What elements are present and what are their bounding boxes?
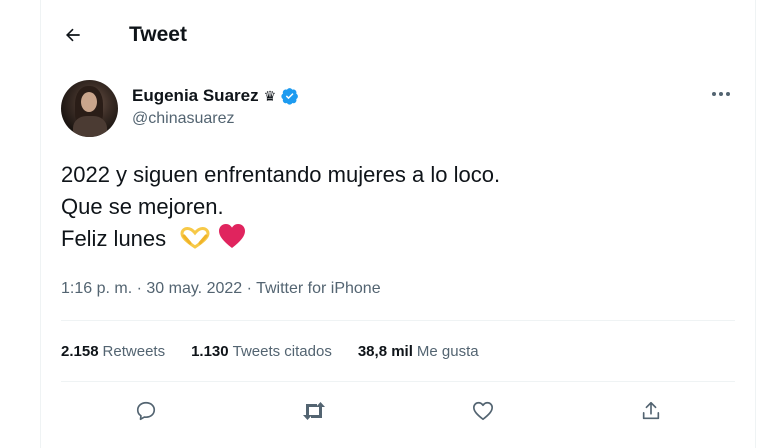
- tweet-date[interactable]: 30 may. 2022: [146, 280, 242, 297]
- share-button[interactable]: [634, 394, 668, 428]
- tweet-source[interactable]: Twitter for iPhone: [256, 280, 381, 297]
- quotes-count: 1.130: [191, 343, 229, 360]
- more-icon: [712, 92, 730, 96]
- meta-separator: ·: [136, 280, 142, 297]
- meta-separator: ·: [246, 280, 252, 297]
- divider: [61, 381, 735, 382]
- retweets-label: Retweets: [102, 343, 166, 360]
- back-button[interactable]: [55, 20, 91, 50]
- tweet-actions: [41, 394, 755, 428]
- like-icon: [473, 401, 493, 421]
- divider: [61, 320, 735, 321]
- tweet-line: 2022 y siguen enfrentando mujeres a lo l…: [61, 162, 501, 187]
- verified-badge-icon: [281, 87, 299, 105]
- retweet-button[interactable]: [297, 394, 331, 428]
- retweets-stat[interactable]: 2.158 Retweets: [61, 343, 165, 360]
- reply-icon: [136, 401, 156, 421]
- like-button[interactable]: [466, 394, 500, 428]
- tweet-card: Tweet Eugenia Suarez ♛ @chinasuarez 2022…: [40, 0, 756, 448]
- tweet-header: Tweet: [41, 0, 755, 70]
- tweet-line-last: Feliz lunes: [61, 223, 500, 258]
- tweet-line: Feliz lunes: [61, 226, 167, 251]
- likes-stat[interactable]: 38,8 mil Me gusta: [358, 343, 479, 360]
- tweet-meta: 1:16 p. m. · 30 may. 2022 · Twitter for …: [61, 280, 381, 298]
- likes-label: Me gusta: [416, 343, 479, 360]
- crown-icon: ♛: [263, 87, 277, 104]
- tweet-stats: 2.158 Retweets 1.130 Tweets citados 38,8 m…: [61, 343, 479, 360]
- reply-button[interactable]: [129, 394, 163, 428]
- tweet-line: Que se mejoren.: [61, 194, 224, 219]
- tweet-text: 2022 y siguen enfrentando mujeres a lo l…: [61, 159, 500, 258]
- more-options-button[interactable]: [703, 82, 739, 106]
- retweet-icon: [303, 402, 325, 420]
- avatar[interactable]: [61, 80, 118, 137]
- heart-hands-emoji: [180, 226, 210, 258]
- share-icon: [642, 401, 660, 420]
- author-name[interactable]: Eugenia Suarez: [132, 86, 259, 106]
- arrow-left-icon: [66, 28, 80, 42]
- quotes-label: Tweets citados: [232, 343, 332, 360]
- tweet-time[interactable]: 1:16 p. m.: [61, 280, 132, 297]
- retweets-count: 2.158: [61, 343, 99, 360]
- quote-tweets-stat[interactable]: 1.130 Tweets citados: [191, 343, 332, 360]
- page-title: Tweet: [129, 23, 187, 46]
- red-heart-emoji: [218, 223, 246, 258]
- likes-count: 38,8 mil: [357, 343, 413, 360]
- author-name-row[interactable]: Eugenia Suarez ♛: [132, 86, 299, 106]
- author-handle[interactable]: @chinasuarez: [132, 110, 235, 128]
